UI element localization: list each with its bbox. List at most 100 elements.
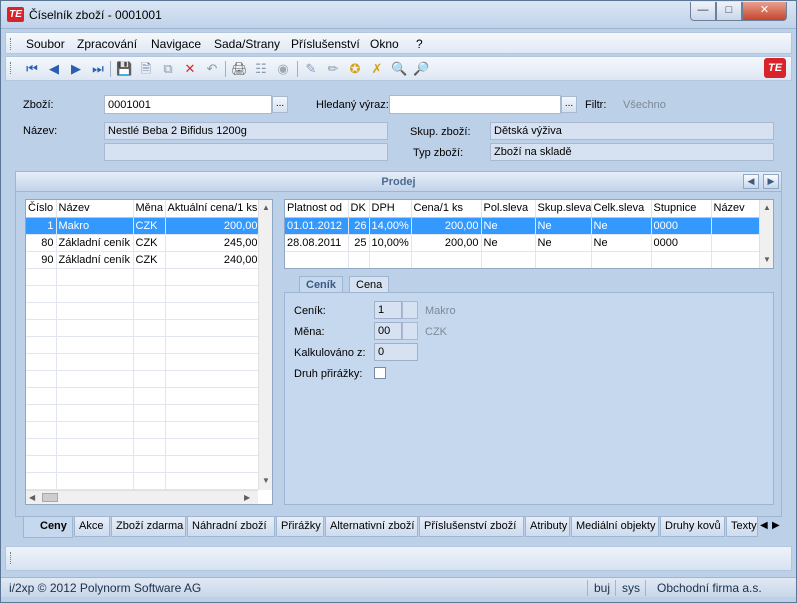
filter-clear-icon[interactable]: ✗: [369, 61, 385, 77]
scroll-up-icon[interactable]: ▲: [763, 203, 771, 212]
toolbar-grip: [10, 62, 12, 74]
column-header[interactable]: Aktuální cena/1 ks: [165, 200, 261, 218]
tab-texty[interactable]: Texty: [726, 517, 758, 537]
mena-lookup-button[interactable]: [402, 322, 418, 340]
typ-zbozi-label: Typ zboží:: [413, 147, 464, 159]
section-next-icon[interactable]: ▶: [763, 174, 779, 189]
column-header[interactable]: Celk.sleva: [591, 200, 652, 218]
price-list-grid[interactable]: Číslo Název Měna Aktuální cena/1 ks 1 Mak…: [25, 199, 273, 505]
druh-prirazky-checkbox[interactable]: [374, 367, 386, 379]
nazev-field: Nestlé Beba 2 Bifidus 1200g: [104, 122, 388, 140]
table-row[interactable]: 80 Základní ceník CZK 245,00: [26, 234, 261, 252]
menu-sada-strany[interactable]: Sada/Strany: [214, 37, 280, 51]
right-grid-vscroll[interactable]: ▲ ▼: [759, 200, 773, 268]
skup-zbozi-field: Dětská výživa: [490, 122, 774, 140]
scroll-up-icon[interactable]: ▲: [262, 203, 270, 212]
toolbar-separator: [297, 61, 298, 77]
column-header[interactable]: Název: [711, 200, 762, 218]
column-header[interactable]: Měna: [133, 200, 166, 218]
hierarchy-icon[interactable]: ☷: [253, 61, 269, 77]
menu-prislusenstvi[interactable]: Příslušenství: [291, 37, 360, 51]
nazev-label: Název:: [23, 125, 58, 137]
tab-prirazky[interactable]: Přirážky: [276, 517, 324, 537]
strip-grip: [10, 552, 12, 564]
column-header[interactable]: DPH: [369, 200, 412, 218]
app-logo-icon: TE: [7, 7, 24, 22]
tab-ceny[interactable]: Ceny: [23, 517, 73, 538]
toolbar: ⏮ ◀ ▶ ⏭ 💾 🗎 ⧉ ✕ ↶ 🖨 ☷ ◉ ✎ ✏ ✪ ✗ 🔍 🔎: [5, 56, 792, 81]
tab-zbozi-zdarma[interactable]: Zboží zdarma: [111, 517, 186, 537]
copy-icon[interactable]: ⧉: [160, 61, 176, 77]
filter-icon[interactable]: ✪: [347, 61, 363, 77]
tab-druhy-kovu[interactable]: Druhy kovů: [660, 517, 725, 537]
next-record-icon[interactable]: ▶: [68, 61, 84, 77]
menu-zpracovani[interactable]: Zpracování: [77, 37, 137, 51]
tabs-scroll-right-icon[interactable]: ▶: [772, 520, 780, 531]
tab-medialni-objekty[interactable]: Mediální objekty: [571, 517, 659, 537]
left-grid-hscroll[interactable]: ◀ ▶: [26, 490, 258, 504]
menu-okno[interactable]: Okno: [370, 37, 399, 51]
delete-icon[interactable]: ✕: [182, 61, 198, 77]
cenik-lookup-button[interactable]: [402, 301, 418, 319]
brand-logo-icon: TE: [764, 58, 786, 78]
minimize-button[interactable]: —: [690, 2, 716, 21]
column-header[interactable]: Číslo: [26, 200, 57, 218]
pencil-icon[interactable]: ✏: [325, 61, 341, 77]
column-header[interactable]: Cena/1 ks: [411, 200, 482, 218]
close-button[interactable]: ✕: [742, 2, 787, 21]
print-icon[interactable]: 🖨: [231, 61, 248, 77]
menu-help[interactable]: ?: [416, 37, 423, 51]
disabled-icon[interactable]: ◉: [275, 61, 291, 77]
column-header[interactable]: Skup.sleva: [535, 200, 592, 218]
tab-akce[interactable]: Akce: [74, 517, 110, 537]
section-prev-icon[interactable]: ◀: [743, 174, 759, 189]
last-record-icon[interactable]: ⏭: [90, 61, 106, 77]
left-grid-vscroll[interactable]: ▲ ▼: [258, 200, 272, 490]
previous-record-icon[interactable]: ◀: [46, 61, 62, 77]
column-header[interactable]: DK: [348, 200, 370, 218]
menu-navigace[interactable]: Navigace: [151, 37, 201, 51]
save-icon[interactable]: 💾: [116, 61, 132, 77]
first-record-icon[interactable]: ⏮: [24, 61, 40, 77]
scroll-thumb[interactable]: [42, 493, 58, 502]
filtr-value[interactable]: Všechno: [623, 99, 666, 111]
column-header[interactable]: Pol.sleva: [481, 200, 536, 218]
table-row[interactable]: 01.01.2012 26 14,00% 200,00 Ne Ne Ne 0000: [285, 217, 762, 235]
search-icon[interactable]: 🔍: [391, 61, 407, 77]
kalkulovano-input[interactable]: 0: [374, 343, 418, 361]
scroll-down-icon[interactable]: ▼: [262, 476, 270, 485]
tab-atributy[interactable]: Atributy: [525, 517, 570, 537]
column-header[interactable]: Stupnice: [651, 200, 712, 218]
status-separator: [615, 580, 616, 596]
zbozi-input[interactable]: 0001001: [104, 95, 272, 114]
table-row[interactable]: 90 Základní ceník CZK 240,00: [26, 251, 261, 269]
column-header[interactable]: Název: [56, 200, 134, 218]
search-advanced-icon[interactable]: 🔎: [413, 61, 429, 77]
column-header[interactable]: Platnost od: [285, 200, 349, 218]
tab-alternativni-zbozi[interactable]: Alternativní zboží: [325, 517, 418, 537]
table-row[interactable]: 1 Makro CZK 200,00: [26, 217, 261, 235]
maximize-button[interactable]: □: [716, 2, 742, 21]
table-row[interactable]: 28.08.2011 25 10,00% 200,00 Ne Ne Ne 0000: [285, 234, 762, 252]
scroll-down-icon[interactable]: ▼: [763, 255, 771, 264]
scroll-right-icon[interactable]: ▶: [244, 493, 250, 502]
skup-zbozi-label: Skup. zboží:: [410, 126, 471, 138]
zbozi-lookup-button[interactable]: ...: [272, 96, 288, 113]
status-db: sys: [622, 581, 640, 595]
mena-input[interactable]: 00: [374, 322, 402, 340]
search-expression-input[interactable]: [389, 95, 561, 114]
price-validity-grid[interactable]: Platnost od DK DPH Cena/1 ks Pol.sleva S…: [284, 199, 774, 269]
undo-icon[interactable]: ↶: [204, 61, 220, 77]
hledany-vyraz-label: Hledaný výraz:: [316, 99, 389, 111]
cenik-input[interactable]: 1: [374, 301, 402, 319]
menu-grip: [10, 38, 12, 50]
window-title: Číselník zboží - 0001001: [29, 8, 162, 22]
edit-icon[interactable]: ✎: [303, 61, 319, 77]
search-lookup-button[interactable]: ...: [561, 96, 577, 113]
new-document-icon[interactable]: 🗎: [138, 61, 154, 77]
tabs-scroll-left-icon[interactable]: ◀: [760, 520, 768, 531]
scroll-left-icon[interactable]: ◀: [29, 493, 35, 502]
tab-prislusenstvi-zbozi[interactable]: Příslušenství zboží: [419, 517, 524, 537]
menu-soubor[interactable]: Soubor: [26, 37, 65, 51]
tab-nahradni-zbozi[interactable]: Náhradní zboží: [187, 517, 275, 537]
